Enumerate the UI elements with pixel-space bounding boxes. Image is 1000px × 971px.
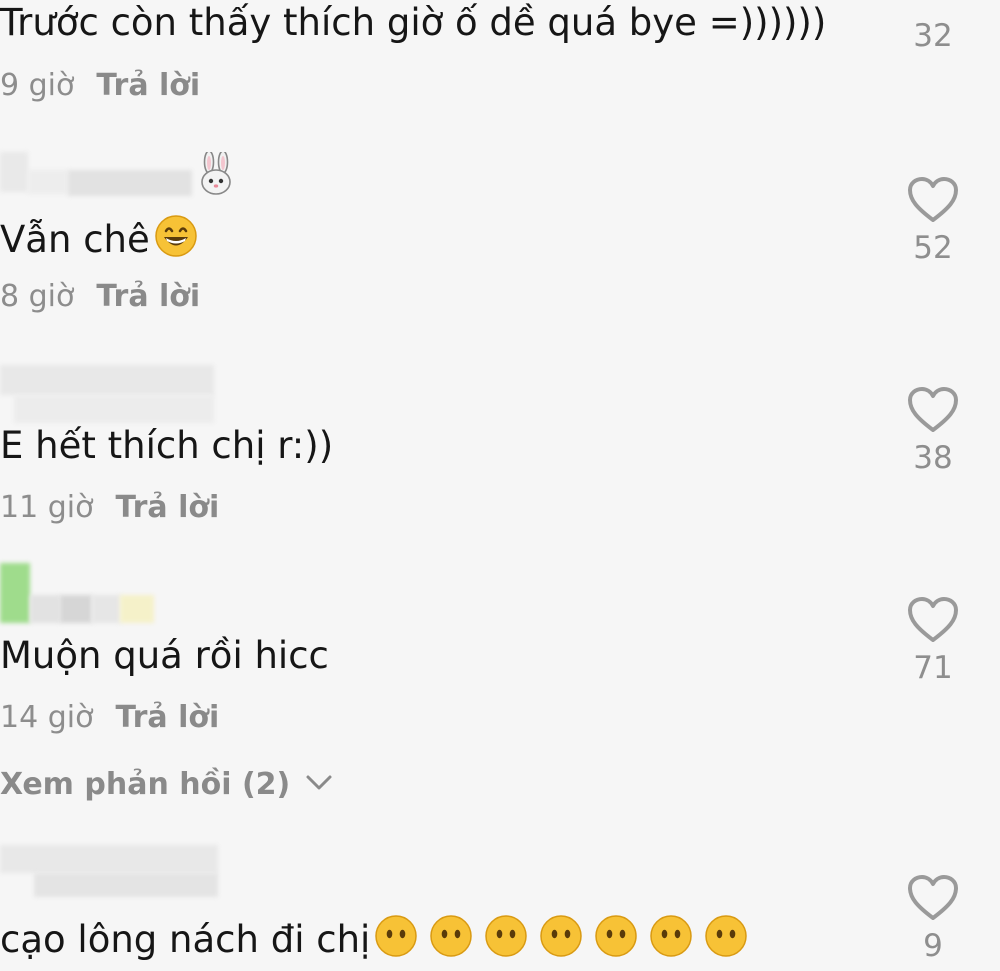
comment-time: 11 giờ [0, 490, 94, 525]
username-blurred[interactable] [0, 845, 218, 873]
username-blurred[interactable] [28, 170, 68, 194]
heart-icon[interactable] [907, 386, 959, 434]
chevron-down-icon [306, 775, 332, 790]
reply-button[interactable]: Trả lời [115, 490, 219, 525]
username-blurred[interactable] [30, 595, 60, 623]
emoji-row [370, 915, 748, 961]
avatar-blurred[interactable] [0, 563, 30, 623]
face-without-mouth-icon [594, 914, 638, 958]
comment-time: 9 giờ [0, 68, 75, 103]
face-without-mouth-icon [539, 914, 583, 958]
username-blurred[interactable] [68, 170, 192, 196]
reply-button[interactable]: Trả lời [96, 279, 200, 314]
comment-time: 14 giờ [0, 700, 94, 735]
comment-meta: 9 giờ Trả lời [0, 68, 200, 104]
comment-text: Muộn quá rồi hicc [0, 634, 329, 677]
comment-time: 8 giờ [0, 279, 75, 314]
like-column: 38 [893, 386, 973, 476]
face-without-mouth-icon [484, 914, 528, 958]
comment-text: Vẫn chê [0, 214, 198, 262]
face-without-mouth-icon [649, 914, 693, 958]
view-replies-label: Xem phản hồi (2) [0, 767, 291, 802]
rabbit-icon [196, 150, 236, 196]
heart-icon[interactable] [907, 874, 959, 922]
username-blurred[interactable] [120, 595, 154, 623]
reply-button[interactable]: Trả lời [115, 700, 219, 735]
like-column: 9 [893, 874, 973, 964]
comment-text: Trước còn thấy thích giờ ố dề quá bye =)… [0, 1, 827, 44]
like-column: 32 [893, 18, 973, 54]
like-count: 9 [923, 928, 943, 964]
grinning-face-icon [154, 214, 198, 258]
like-column: 71 [893, 596, 973, 686]
username-blurred[interactable] [0, 365, 214, 395]
avatar-blurred[interactable] [0, 152, 28, 192]
heart-icon[interactable] [907, 176, 959, 224]
username-blurred[interactable] [60, 595, 92, 623]
comment-text: E hết thích chị r:)) [0, 424, 334, 467]
comment-meta: 14 giờ Trả lời [0, 700, 219, 736]
comment-meta: 11 giờ Trả lời [0, 490, 219, 526]
username-blurred[interactable] [92, 595, 120, 623]
view-replies-button[interactable]: Xem phản hồi (2) [0, 767, 333, 803]
username-blurred[interactable] [14, 395, 214, 423]
heart-icon[interactable] [907, 596, 959, 644]
username-blurred[interactable] [34, 873, 218, 897]
face-without-mouth-icon [704, 914, 748, 958]
comment-meta: 8 giờ Trả lời [0, 279, 200, 315]
like-count: 38 [913, 440, 953, 476]
face-without-mouth-icon [429, 914, 473, 958]
comment-text-content: cạo lông nách đi chị [0, 918, 371, 961]
like-count: 71 [913, 650, 953, 686]
face-without-mouth-icon [374, 914, 418, 958]
like-column: 52 [893, 176, 973, 266]
like-count: 52 [913, 230, 953, 266]
like-count: 32 [913, 18, 953, 54]
comment-text-content: Vẫn chê [0, 218, 150, 261]
reply-button[interactable]: Trả lời [96, 68, 200, 103]
comment-text: cạo lông nách đi chị [0, 914, 748, 962]
